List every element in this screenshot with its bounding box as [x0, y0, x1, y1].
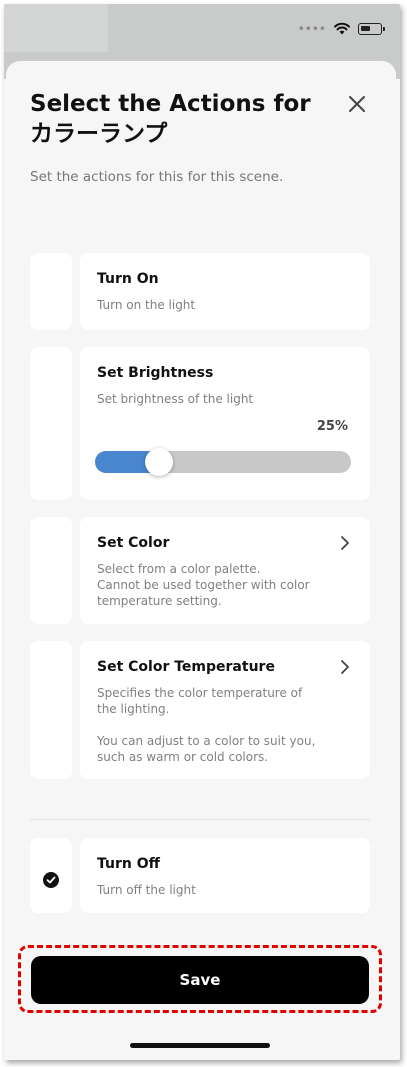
selection-cell[interactable]	[30, 517, 72, 624]
action-card[interactable]: Set Color Temperature Specifies the colo…	[80, 641, 370, 779]
action-title: Turn On	[97, 271, 159, 287]
action-description: Turn on the light	[97, 298, 196, 312]
battery-icon	[358, 22, 385, 35]
action-title: Set Color Temperature	[97, 659, 275, 675]
action-description: Select from a color palette. Cannot be u…	[97, 562, 310, 608]
action-row-set-brightness[interactable]: Set Brightness Set brightness of the lig…	[30, 347, 370, 500]
action-row-set-color[interactable]: Set Color Select from a color palette. C…	[30, 517, 370, 624]
action-card[interactable]: Set Color Select from a color palette. C…	[80, 517, 370, 624]
action-card[interactable]: Turn Off Turn off the light	[80, 838, 370, 913]
action-row-turn-on[interactable]: Turn On Turn on the light	[30, 253, 370, 330]
selection-cell[interactable]	[30, 253, 72, 330]
section-divider	[30, 819, 370, 820]
action-title: Set Brightness	[97, 365, 214, 381]
selection-cell[interactable]	[30, 347, 72, 500]
brightness-value: 25%	[316, 419, 348, 434]
selection-cell[interactable]	[30, 641, 72, 779]
phone-frame: •••• Select the Actions for カラーランプ Set t…	[4, 4, 400, 1060]
signal-dots: ••••	[297, 21, 326, 36]
home-indicator[interactable]	[130, 1043, 270, 1048]
selection-cell[interactable]	[30, 838, 72, 913]
status-bar: ••••	[297, 21, 385, 36]
sheet-subtitle: Set the actions for this for this scene.	[30, 169, 284, 185]
checkmark-icon	[43, 871, 59, 888]
backdrop-block	[4, 4, 108, 52]
action-description: Specifies the color temperature of the l…	[97, 686, 316, 764]
action-card[interactable]: Set Brightness Set brightness of the lig…	[80, 347, 370, 500]
chevron-right-icon[interactable]	[340, 535, 350, 551]
chevron-right-icon[interactable]	[340, 659, 350, 675]
action-row-set-color-temperature[interactable]: Set Color Temperature Specifies the colo…	[30, 641, 370, 779]
action-title: Set Color	[97, 535, 170, 551]
action-row-turn-off[interactable]: Turn Off Turn off the light	[30, 838, 370, 913]
action-description: Turn off the light	[97, 883, 196, 897]
sheet-title: Select the Actions for カラーランプ	[30, 91, 311, 147]
close-icon[interactable]	[346, 93, 368, 115]
slider-thumb[interactable]	[145, 448, 173, 476]
action-sheet: Select the Actions for カラーランプ Set the ac…	[6, 61, 396, 1060]
save-button[interactable]: Save	[31, 956, 369, 1004]
action-card[interactable]: Turn On Turn on the light	[80, 253, 370, 330]
brightness-slider[interactable]	[95, 448, 351, 476]
action-title: Turn Off	[97, 856, 160, 872]
action-description: Set brightness of the light	[97, 392, 254, 406]
wifi-icon	[334, 22, 350, 35]
save-highlight: Save	[18, 945, 382, 1013]
